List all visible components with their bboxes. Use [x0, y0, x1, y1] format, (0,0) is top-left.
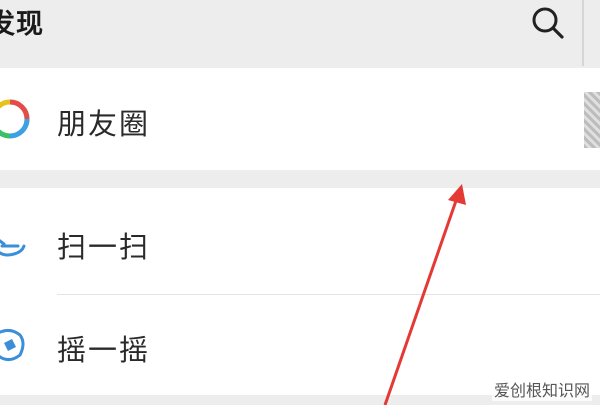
shake-label: 摇一摇: [57, 333, 151, 367]
menu-item-scan[interactable]: 扫一扫: [0, 188, 600, 296]
scan-icon: [0, 239, 26, 257]
search-button[interactable]: [528, 3, 568, 43]
page-title: 发现: [0, 9, 44, 40]
watermark: 爱创根知识网: [491, 377, 592, 401]
scan-label: 扫一扫: [57, 230, 151, 264]
search-icon: [532, 7, 564, 39]
edge-divider: [582, 0, 584, 66]
shake-icon: [0, 328, 25, 362]
moments-icon: [0, 99, 30, 139]
moments-thumbnail: [584, 92, 600, 148]
top-bar: 发现: [0, 0, 600, 66]
menu-item-moments[interactable]: 朋友圈: [0, 68, 600, 170]
moments-label: 朋友圈: [57, 107, 151, 141]
